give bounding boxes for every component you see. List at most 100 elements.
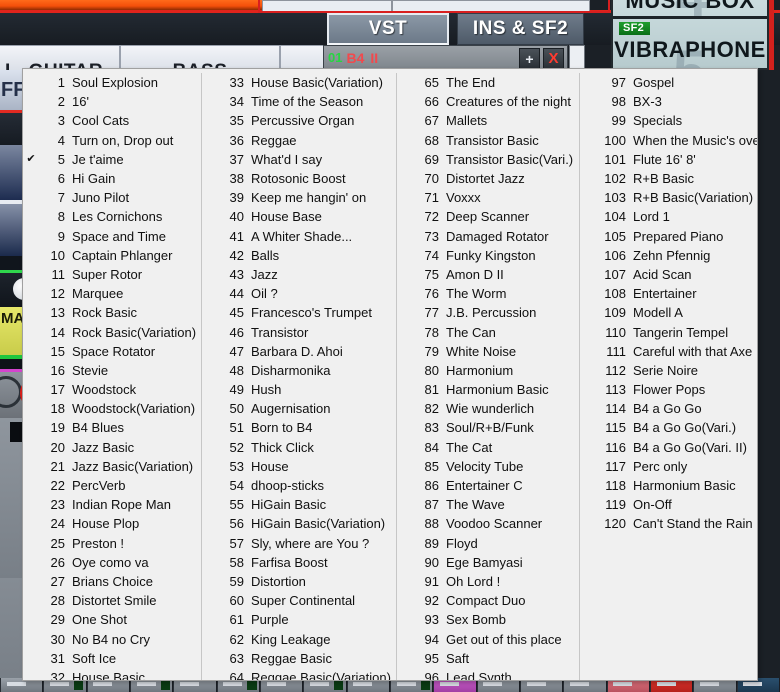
preset-menu-item[interactable]: 23 Indian Rope Man <box>23 495 201 514</box>
preset-menu-item[interactable]: 90 Ege Bamyasi <box>397 553 579 572</box>
preset-menu-item[interactable]: 85 Velocity Tube <box>397 457 579 476</box>
preset-menu-item[interactable]: 38 Rotosonic Boost <box>202 169 396 188</box>
preset-menu-item[interactable]: 95 Saft <box>397 649 579 668</box>
patch-panel[interactable]: 4 MUSIC BOX 5 SF2 VIBRAPHONE <box>611 0 769 101</box>
preset-menu-item[interactable]: 49 Hush <box>202 380 396 399</box>
preset-menu-item[interactable]: 111 Careful with that Axe <box>580 342 757 361</box>
preset-menu-item[interactable]: 4 Turn on, Drop out <box>23 131 201 150</box>
preset-menu-item[interactable]: 61 Purple <box>202 610 396 629</box>
preset-menu-item[interactable]: 70 Distortet Jazz <box>397 169 579 188</box>
preset-menu-item[interactable]: 87 The Wave <box>397 495 579 514</box>
preset-menu-item[interactable]: 115 B4 a Go Go(Vari.) <box>580 418 757 437</box>
preset-menu-item[interactable]: 32 House Basic <box>23 668 201 680</box>
preset-menu-item[interactable]: 24 House Plop <box>23 514 201 533</box>
preset-menu-item[interactable]: 8 Les Cornichons <box>23 207 201 226</box>
close-slot-button[interactable]: X <box>543 48 564 69</box>
preset-menu-item[interactable]: 48 Disharmonika <box>202 361 396 380</box>
preset-menu-item[interactable]: 36 Reggae <box>202 131 396 150</box>
preset-menu-item[interactable]: 104 Lord 1 <box>580 207 757 226</box>
preset-menu-item[interactable]: 100 When the Music's over <box>580 131 757 150</box>
preset-menu-item[interactable]: 53 House <box>202 457 396 476</box>
preset-menu-item[interactable]: 18 Woodstock(Variation) <box>23 399 201 418</box>
preset-menu-item[interactable]: 91 Oh Lord ! <box>397 572 579 591</box>
preset-menu-item[interactable]: 7 Juno Pilot <box>23 188 201 207</box>
preset-menu-item[interactable]: 21 Jazz Basic(Variation) <box>23 457 201 476</box>
preset-menu-item[interactable]: 41 A Whiter Shade... <box>202 227 396 246</box>
preset-menu-item[interactable]: 37 What'd I say <box>202 150 396 169</box>
preset-menu-item[interactable]: 11 Super Rotor <box>23 265 201 284</box>
preset-menu-item[interactable]: 113 Flower Pops <box>580 380 757 399</box>
preset-menu-item[interactable]: 79 White Noise <box>397 342 579 361</box>
instrument-slot-strip[interactable]: 01 B4 II + X <box>323 45 568 70</box>
preset-menu-item[interactable]: 93 Sex Bomb <box>397 610 579 629</box>
preset-menu-item[interactable]: 22 PercVerb <box>23 476 201 495</box>
preset-menu-item[interactable]: 96 Lead Synth <box>397 668 579 680</box>
preset-menu-item[interactable]: 45 Francesco's Trumpet <box>202 303 396 322</box>
preset-menu-item[interactable]: 57 Sly, where are You ? <box>202 534 396 553</box>
preset-menu-item[interactable]: 88 Voodoo Scanner <box>397 514 579 533</box>
preset-menu-item[interactable]: 67 Mallets <box>397 111 579 130</box>
preset-menu-item[interactable]: 54 dhoop-sticks <box>202 476 396 495</box>
preset-menu-item[interactable]: 30 No B4 no Cry <box>23 629 201 648</box>
preset-menu-item[interactable]: 119 On-Off <box>580 495 757 514</box>
preset-popup-menu[interactable]: 1 Soul Explosion 2 16' 3 Cool Cats 4 Turn on, D… <box>22 68 758 681</box>
preset-menu-item[interactable]: 72 Deep Scanner <box>397 207 579 226</box>
preset-menu-item[interactable]: 52 Thick Click <box>202 438 396 457</box>
preset-menu-item[interactable]: 74 Funky Kingston <box>397 246 579 265</box>
preset-menu-item[interactable]: 10 Captain Phlanger <box>23 246 201 265</box>
preset-menu-item[interactable]: 58 Farfisa Boost <box>202 553 396 572</box>
preset-menu-item[interactable]: 63 Reggae Basic <box>202 649 396 668</box>
preset-menu-item[interactable]: 73 Damaged Rotator <box>397 227 579 246</box>
preset-menu-item[interactable]: 94 Get out of this place <box>397 629 579 648</box>
preset-menu-item[interactable]: 64 Reggae Basic(Variation) <box>202 668 396 680</box>
preset-menu-item[interactable]: 80 Harmonium <box>397 361 579 380</box>
preset-menu-item[interactable]: 98 BX-3 <box>580 92 757 111</box>
preset-menu-item[interactable]: 2 16' <box>23 92 201 111</box>
preset-menu-item[interactable]: 33 House Basic(Variation) <box>202 73 396 92</box>
preset-menu-item[interactable]: 110 Tangerin Tempel <box>580 322 757 341</box>
preset-menu-item[interactable]: 77 J.B. Percussion <box>397 303 579 322</box>
preset-menu-item[interactable]: 51 Born to B4 <box>202 418 396 437</box>
preset-menu-item[interactable]: 118 Harmonium Basic <box>580 476 757 495</box>
preset-menu-item[interactable]: 31 Soft Ice <box>23 649 201 668</box>
preset-menu-item[interactable]: 102 R+B Basic <box>580 169 757 188</box>
preset-menu-item[interactable]: 69 Transistor Basic(Vari.) <box>397 150 579 169</box>
preset-menu-item[interactable]: 9 Space and Time <box>23 227 201 246</box>
tab-vst[interactable]: VST <box>327 13 449 45</box>
preset-menu-item[interactable]: 71 Voxxx <box>397 188 579 207</box>
preset-menu-item[interactable]: 20 Jazz Basic <box>23 438 201 457</box>
preset-menu-item[interactable]: 114 B4 a Go Go <box>580 399 757 418</box>
preset-menu-item[interactable]: 68 Transistor Basic <box>397 131 579 150</box>
preset-menu-item[interactable]: 101 Flute 16' 8' <box>580 150 757 169</box>
preset-menu-item[interactable]: 46 Transistor <box>202 322 396 341</box>
preset-menu-item[interactable]: 13 Rock Basic <box>23 303 201 322</box>
tab-ins-sf2[interactable]: INS & SF2 <box>457 13 584 45</box>
preset-menu-item[interactable]: 107 Acid Scan <box>580 265 757 284</box>
preset-menu-item[interactable]: 50 Augernisation <box>202 399 396 418</box>
preset-menu-item[interactable]: 60 Super Continental <box>202 591 396 610</box>
preset-menu-item[interactable]: 27 Brians Choice <box>23 572 201 591</box>
preset-menu-item[interactable]: 40 House Base <box>202 207 396 226</box>
preset-menu-item[interactable]: 28 Distortet Smile <box>23 591 201 610</box>
preset-menu-item[interactable]: 97 Gospel <box>580 73 757 92</box>
preset-menu-item[interactable]: ✔ 5 Je t'aime <box>23 150 201 169</box>
preset-menu-item[interactable]: 6 Hi Gain <box>23 169 201 188</box>
preset-menu-item[interactable]: 66 Creatures of the night <box>397 92 579 111</box>
preset-menu-item[interactable]: 84 The Cat <box>397 438 579 457</box>
preset-menu-item[interactable]: 81 Harmonium Basic <box>397 380 579 399</box>
preset-menu-item[interactable]: 105 Prepared Piano <box>580 227 757 246</box>
preset-menu-item[interactable]: 19 B4 Blues <box>23 418 201 437</box>
preset-menu-item[interactable]: 75 Amon D II <box>397 265 579 284</box>
preset-menu-item[interactable]: 16 Stevie <box>23 361 201 380</box>
preset-menu-item[interactable]: 3 Cool Cats <box>23 111 201 130</box>
preset-menu-item[interactable]: 39 Keep me hangin' on <box>202 188 396 207</box>
preset-menu-item[interactable]: 1 Soul Explosion <box>23 73 201 92</box>
preset-menu-item[interactable]: 59 Distortion <box>202 572 396 591</box>
preset-menu-item[interactable]: 55 HiGain Basic <box>202 495 396 514</box>
preset-menu-item[interactable]: 15 Space Rotator <box>23 342 201 361</box>
preset-menu-item[interactable]: 109 Modell A <box>580 303 757 322</box>
preset-menu-item[interactable]: 62 King Leakage <box>202 629 396 648</box>
preset-menu-item[interactable]: 103 R+B Basic(Variation) <box>580 188 757 207</box>
preset-menu-item[interactable]: 92 Compact Duo <box>397 591 579 610</box>
preset-menu-item[interactable]: 12 Marquee <box>23 284 201 303</box>
